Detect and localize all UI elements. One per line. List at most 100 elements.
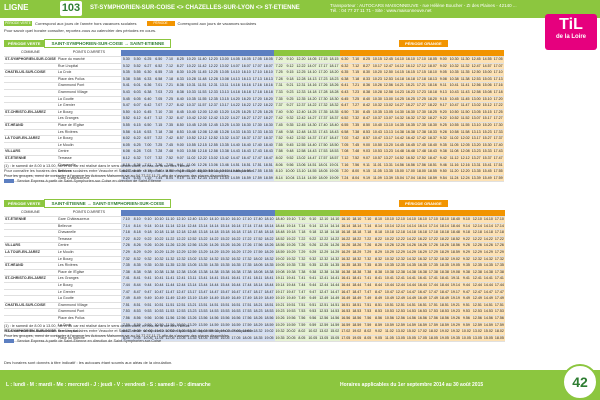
time-cell: 12.50 xyxy=(470,69,482,77)
stop-cell: Centre xyxy=(56,148,121,156)
time-cell: 10.37 xyxy=(185,102,197,110)
time-cell: 19.35 xyxy=(449,335,461,343)
time-cell: 18.43 xyxy=(426,148,438,156)
stop-cell: Le Grenier xyxy=(56,102,121,110)
time-cell: 10.52 xyxy=(185,135,197,143)
time-cell: 18.18 xyxy=(438,229,450,237)
time-cell: 7.14 xyxy=(296,223,308,231)
time-cell: 7.53 xyxy=(120,308,132,316)
time-cell: 5.50 xyxy=(120,109,132,117)
time-cell: 13.56 xyxy=(197,315,209,323)
time-cell: 7.14 xyxy=(120,223,132,231)
time-cell: 19.19 xyxy=(274,295,286,303)
time-cell: 14.29 xyxy=(329,249,341,257)
time-cell: 15.44 xyxy=(219,282,231,290)
time-cell: 14.27 xyxy=(229,115,241,123)
time-cell: 8.38 xyxy=(373,269,384,277)
time-cell: 17.35 xyxy=(241,262,253,270)
table-row: Le Bourg 7.44 8.44 9.44 10.44 11.44 12.44 13.14… xyxy=(4,282,505,290)
time-cell: 14.16 xyxy=(229,82,241,90)
time-cell: 19.08 xyxy=(274,269,286,277)
time-cell: 14.33 xyxy=(306,129,318,137)
time-cell: 11.51 xyxy=(164,302,176,310)
time-cell: 17.43 xyxy=(317,129,329,137)
time-cell: 9.32 xyxy=(460,256,472,264)
time-cell: 14.47 xyxy=(405,289,417,297)
time-cell: 14.49 xyxy=(482,295,494,303)
legend-text-green: Correspond aux jours de l'année hors vac… xyxy=(35,21,137,26)
time-cell: 17.22 xyxy=(251,102,263,110)
time-cell: 6.32 xyxy=(339,63,351,71)
time-cell: 9.03 xyxy=(174,148,186,156)
time-cell: 11.26 xyxy=(164,242,176,250)
time-cell: 10.40 xyxy=(185,109,197,117)
time-cell: 15.15 xyxy=(481,109,493,117)
time-cell: 7.45 xyxy=(273,122,285,130)
time-cell: 8.25 xyxy=(174,56,186,64)
time-cell: 12.55 xyxy=(295,142,307,150)
time-cell: 14.48 xyxy=(393,148,405,156)
time-cell: 12.35 xyxy=(175,262,187,270)
time-cell: 12.44 xyxy=(186,223,198,231)
time-cell: 16.49 xyxy=(230,295,242,303)
time-cell: 18.20 xyxy=(328,69,340,77)
time-cell: 18.59 xyxy=(449,249,461,257)
time-cell: 17.49 xyxy=(427,295,439,303)
time-cell: 16.35 xyxy=(404,122,416,130)
time-cell: 14.25 xyxy=(393,96,405,104)
time-cell: 18.35 xyxy=(438,262,450,270)
time-cell: 18.02 xyxy=(252,256,264,264)
time-cell: 12.40 xyxy=(186,216,198,224)
time-cell: 7.32 xyxy=(120,256,132,264)
time-cell: 13.27 xyxy=(470,155,482,163)
time-cell: 7.22 xyxy=(273,63,285,71)
time-cell: 9.35 xyxy=(437,142,449,150)
time-cell: 6.53 xyxy=(142,129,154,137)
time-cell: 12.35 xyxy=(394,262,406,270)
time-cell: 9.29 xyxy=(307,249,319,257)
time-cell: 12.52 xyxy=(207,135,219,143)
time-cell: 8.42 xyxy=(174,102,186,110)
time-cell: 12.35 xyxy=(295,96,307,104)
time-cell: 17.04 xyxy=(404,175,416,183)
time-cell: 17.44 xyxy=(252,223,264,231)
time-cell: 14.38 xyxy=(329,269,341,277)
time-cell: 17.17 xyxy=(317,63,329,71)
table-row: La Goutte 7.49 8.49 9.49 10.49 11.49 12.49 13.1… xyxy=(4,295,505,303)
stop-cell: Grammond Village xyxy=(56,302,121,310)
time-cell: 10.38 xyxy=(153,269,165,277)
time-cell: 8.53 xyxy=(131,308,143,316)
time-cell: 9.28 xyxy=(437,129,449,137)
time-cell: 12.20 xyxy=(295,56,307,64)
time-cell: 17.10 xyxy=(492,69,504,77)
time-cell: 19.05 xyxy=(449,262,461,270)
time-cell: 14.47 xyxy=(229,155,241,163)
time-cell: 13.20 xyxy=(218,109,230,117)
legend-chip-orange: PÉRIODE ORANGE xyxy=(146,21,175,30)
commune-cell xyxy=(4,129,57,137)
commune-cell: LA TOUR-EN-JAREZ xyxy=(4,249,57,257)
time-cell: 12.58 xyxy=(295,148,307,156)
time-cell: 18.18 xyxy=(351,229,363,237)
time-cell: 15.00 xyxy=(393,168,405,176)
time-cell: 8.45 xyxy=(174,109,186,117)
time-cell: 16.56 xyxy=(404,162,416,170)
time-cell: 7.10 xyxy=(350,56,362,64)
time-cell: 7.26 xyxy=(120,242,132,250)
time-cell: 14.30 xyxy=(306,122,318,130)
time-cell: 10.51 xyxy=(383,302,395,310)
time-cell: 16.38 xyxy=(404,129,416,137)
stop-cell: Place des Poilus xyxy=(56,76,121,84)
time-cell: 10.38 xyxy=(383,269,395,277)
time-cell: 18.59 xyxy=(274,249,286,257)
table-row: Grammond Pont 7.53 8.53 9.53 10.53 11.53 12.53… xyxy=(4,308,505,316)
time-cell: 16.48 xyxy=(404,148,416,156)
time-cell: 14.49 xyxy=(329,295,341,303)
commune-cell xyxy=(4,76,57,84)
commune-cell xyxy=(4,282,57,290)
time-cell: 7.41 xyxy=(362,275,374,283)
time-cell: 11.41 xyxy=(164,275,176,283)
time-cell: 18.27 xyxy=(262,115,274,123)
time-cell: 6.30 xyxy=(339,56,351,64)
time-cell: 12.49 xyxy=(394,295,406,303)
